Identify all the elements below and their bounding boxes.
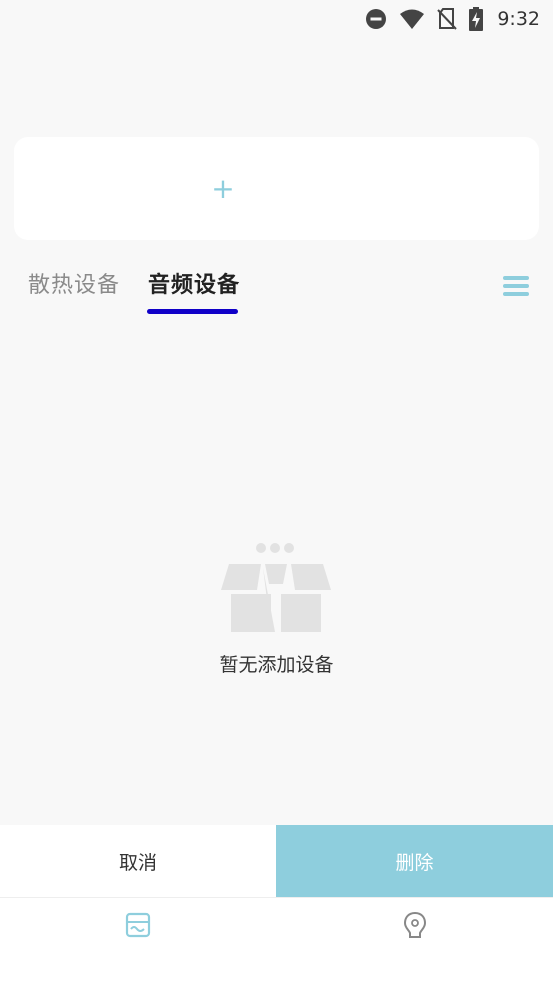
status-time: 9:32 (497, 8, 540, 30)
cancel-button[interactable]: 取消 (0, 825, 276, 897)
delete-button[interactable]: 删除 (276, 825, 553, 897)
app-screen: 9:32 + 散热设备 音频设备 暂无添加设备 取消 删除 (0, 0, 553, 983)
active-tab-indicator (147, 309, 238, 314)
no-sim-icon (437, 8, 458, 30)
nav-profile-icon[interactable] (400, 910, 430, 940)
tab-cooling-devices[interactable]: 散热设备 (28, 269, 120, 303)
status-bar: 9:32 (0, 0, 553, 38)
empty-state: 暂无添加设备 (0, 540, 553, 680)
empty-box-icon (219, 540, 333, 640)
device-tabs: 散热设备 音频设备 (0, 265, 553, 325)
action-bar: 取消 删除 (0, 825, 553, 897)
do-not-disturb-icon (365, 8, 387, 30)
bottom-nav (0, 897, 553, 983)
add-device-button[interactable]: + (208, 169, 238, 209)
menu-icon[interactable] (503, 275, 529, 297)
wifi-icon (399, 8, 425, 30)
nav-devices-icon[interactable] (123, 910, 153, 940)
add-device-card[interactable]: + (14, 137, 539, 240)
tab-audio-devices[interactable]: 音频设备 (148, 269, 240, 303)
battery-charging-icon (469, 7, 484, 31)
empty-state-message: 暂无添加设备 (219, 654, 334, 676)
